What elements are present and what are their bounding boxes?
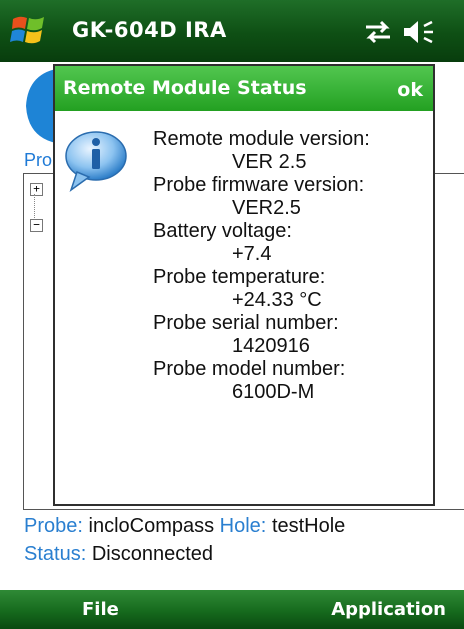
tree-connector [34, 194, 35, 218]
model-number-label: Probe model number: [153, 358, 346, 380]
connectivity-icon[interactable] [362, 18, 394, 46]
status-line: Status: Disconnected [24, 540, 345, 568]
battery-voltage-label: Battery voltage: [153, 220, 292, 242]
status-info-list: Remote module version: VER 2.5 Probe fir… [153, 128, 370, 404]
firmware-version-label: Probe firmware version: [153, 174, 365, 196]
probe-temperature-label: Probe temperature: [153, 266, 326, 288]
probe-hole-line: Probe: incloCompass Hole: testHole [24, 512, 345, 540]
menu-bar: File Application [0, 590, 464, 629]
firmware-version-value: VER2.5 [232, 197, 301, 219]
model-number-value: 6100D-M [232, 381, 315, 403]
battery-voltage-value: +7.4 [232, 243, 272, 265]
ok-button[interactable]: ok [397, 79, 423, 101]
probe-section-label: Pro [24, 150, 53, 170]
hole-label: Hole: [219, 515, 267, 537]
remote-version-label: Remote module version: [153, 128, 370, 150]
file-menu[interactable]: File [82, 599, 119, 620]
remote-module-status-dialog: Remote Module Status ok Remote module ve… [53, 64, 435, 506]
probe-temperature-value: +24.33 °C [232, 289, 322, 311]
hole-value: testHole [271, 515, 346, 537]
tree-collapse-button[interactable]: − [30, 219, 43, 232]
application-menu[interactable]: Application [331, 599, 446, 620]
app-title: GK-604D IRA [72, 18, 227, 42]
status-area: Probe: incloCompass Hole: testHole Statu… [24, 512, 345, 568]
probe-label: Probe: [24, 515, 83, 537]
volume-icon[interactable] [402, 17, 436, 47]
info-icon [65, 131, 127, 192]
dialog-header: Remote Module Status ok [55, 66, 433, 111]
start-flag-icon[interactable] [10, 13, 48, 49]
dialog-title: Remote Module Status [63, 77, 307, 99]
tree-expand-button[interactable]: + [30, 183, 43, 196]
status-label: Status: [24, 543, 87, 565]
status-value: Disconnected [91, 543, 214, 565]
serial-number-label: Probe serial number: [153, 312, 339, 334]
remote-version-value: VER 2.5 [232, 151, 307, 173]
serial-number-value: 1420916 [232, 335, 310, 357]
title-bar: GK-604D IRA [0, 0, 464, 62]
probe-value: incloCompass [88, 515, 215, 537]
